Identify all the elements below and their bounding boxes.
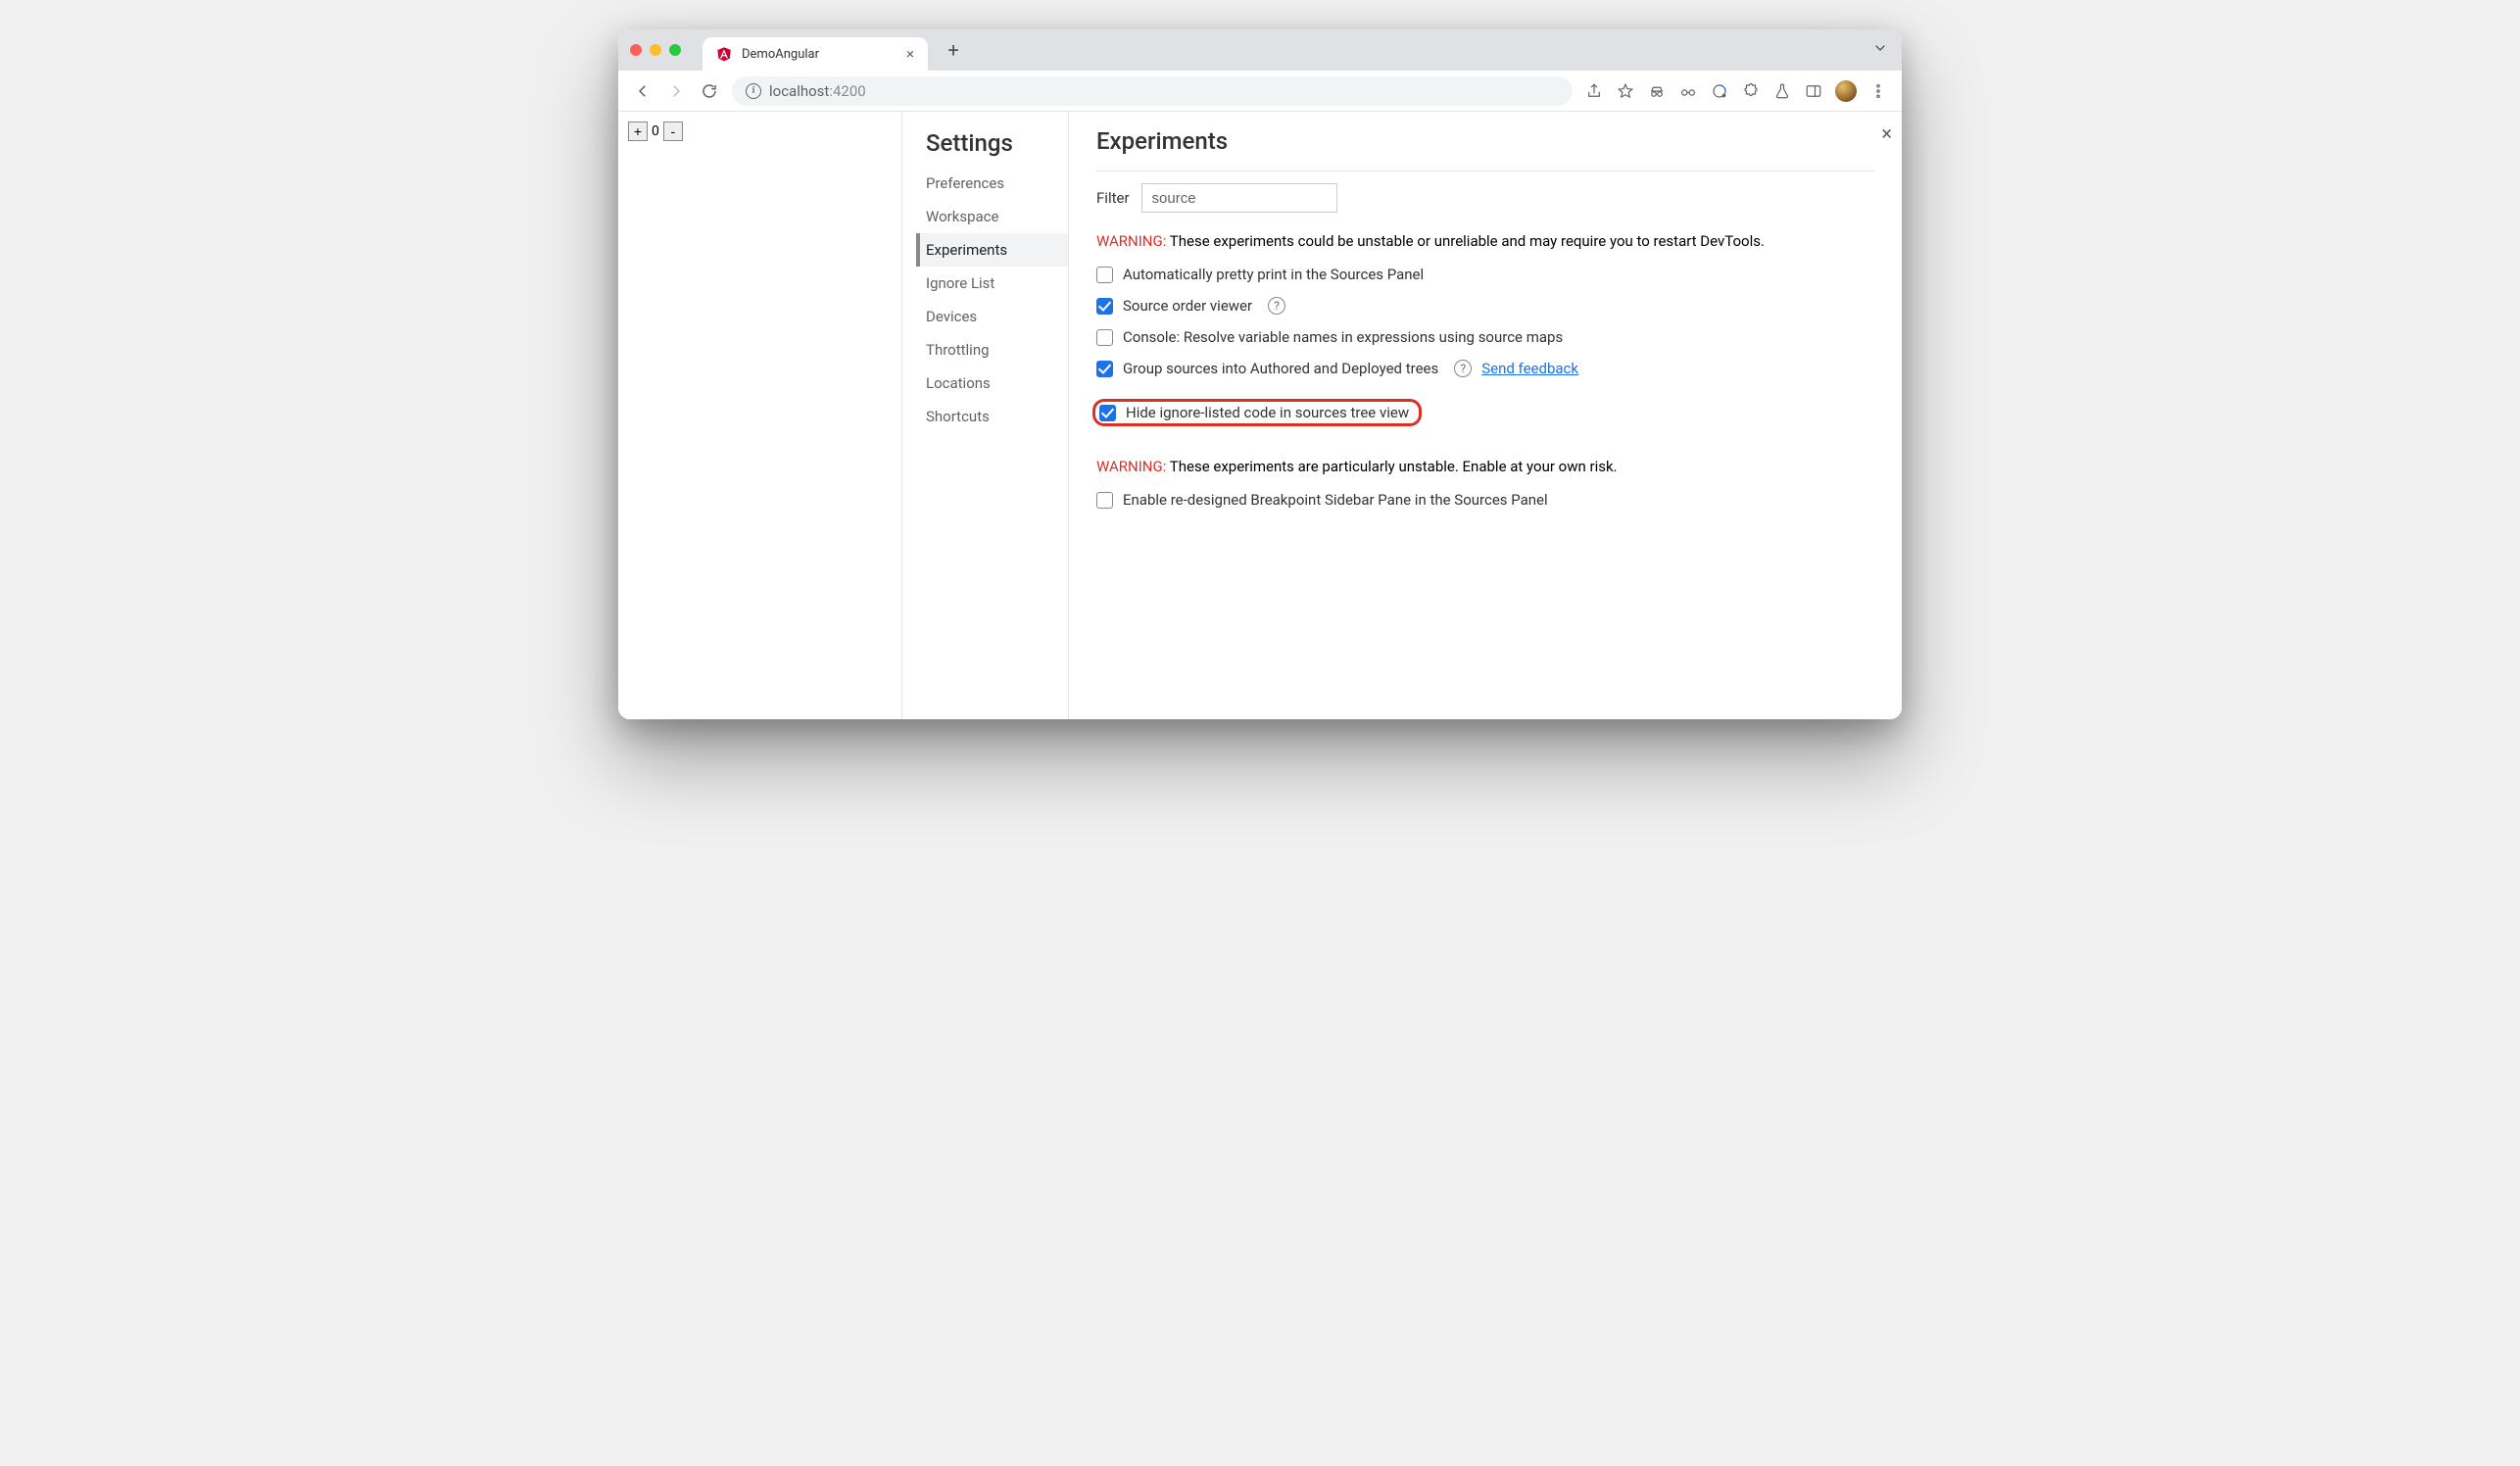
experiment-label: Enable re-designed Breakpoint Sidebar Pa…	[1123, 491, 1548, 509]
experiments-panel: × Experiments Filter WARNING: These expe…	[1069, 112, 1902, 719]
url-host: localhost	[769, 82, 829, 100]
sidebar-item-throttling[interactable]: Throttling	[916, 333, 1068, 366]
tab-strip: DemoAngular × +	[618, 29, 1902, 71]
browser-toolbar: i localhost:4200	[618, 71, 1902, 112]
bookmark-star-icon[interactable]	[1616, 81, 1635, 101]
experiment-group-sources-checkbox[interactable]	[1096, 361, 1113, 377]
experiment-source-order-checkbox[interactable]	[1096, 298, 1113, 315]
window-zoom-button[interactable]	[669, 44, 681, 56]
help-icon[interactable]: ?	[1454, 360, 1472, 377]
sidebar-item-shortcuts[interactable]: Shortcuts	[916, 400, 1068, 433]
tab-title: DemoAngular	[742, 47, 897, 62]
sidebar-item-devices[interactable]: Devices	[916, 300, 1068, 333]
extension-glasses-icon[interactable]	[1678, 81, 1698, 101]
settings-title: Settings	[926, 129, 1068, 157]
share-icon[interactable]	[1584, 81, 1604, 101]
browser-window: DemoAngular × + i localhost:4200	[618, 29, 1902, 719]
url-port: :4200	[829, 82, 865, 100]
counter-decrement-button[interactable]: -	[663, 122, 683, 141]
warning-text: These experiments could be unstable or u…	[1166, 232, 1765, 250]
warning-unstable: WARNING: These experiments could be unst…	[1096, 232, 1874, 250]
experiment-label: Console: Resolve variable names in expre…	[1123, 328, 1563, 346]
extension-incognito-icon[interactable]	[1647, 81, 1667, 101]
experiment-console-resolve-checkbox[interactable]	[1096, 329, 1113, 346]
experiment-breakpoint-sidebar: Enable re-designed Breakpoint Sidebar Pa…	[1096, 489, 1874, 511]
sidebar-item-ignore-list[interactable]: Ignore List	[916, 267, 1068, 300]
filter-label: Filter	[1096, 189, 1130, 207]
experiment-breakpoint-sidebar-checkbox[interactable]	[1096, 492, 1113, 509]
settings-sidebar: Settings Preferences Workspace Experimen…	[902, 112, 1069, 719]
help-icon[interactable]: ?	[1268, 297, 1285, 315]
filter-input[interactable]	[1141, 183, 1337, 213]
warning-prefix: WARNING:	[1096, 458, 1166, 475]
experiment-label: Hide ignore-listed code in sources tree …	[1126, 404, 1409, 421]
experiment-hide-ignore-listed: Hide ignore-listed code in sources tree …	[1092, 399, 1422, 426]
tab-close-button[interactable]: ×	[906, 45, 914, 63]
sidebar-item-workspace[interactable]: Workspace	[916, 200, 1068, 233]
experiment-group-sources: Group sources into Authored and Deployed…	[1096, 358, 1874, 379]
forward-button[interactable]	[665, 80, 687, 102]
window-controls	[630, 44, 681, 56]
tab-list-button[interactable]	[1872, 40, 1888, 60]
send-feedback-link[interactable]: Send feedback	[1481, 360, 1578, 377]
new-tab-button[interactable]: +	[940, 38, 967, 62]
page-content: + 0 -	[618, 112, 902, 719]
profile-avatar[interactable]	[1835, 80, 1857, 102]
angular-favicon-icon	[716, 46, 732, 62]
experiment-label: Source order viewer	[1123, 297, 1252, 315]
experiment-label: Group sources into Authored and Deployed…	[1123, 360, 1438, 377]
content-area: + 0 - Settings Preferences Workspace Exp…	[618, 112, 1902, 719]
counter-value: 0	[652, 123, 659, 139]
counter-increment-button[interactable]: +	[628, 122, 648, 141]
address-bar[interactable]: i localhost:4200	[732, 76, 1573, 106]
warning-text: These experiments are particularly unsta…	[1166, 458, 1617, 475]
close-settings-button[interactable]: ×	[1881, 122, 1892, 145]
experiment-source-order: Source order viewer ?	[1096, 295, 1874, 317]
warning-prefix: WARNING:	[1096, 232, 1166, 250]
labs-flask-icon[interactable]	[1772, 81, 1792, 101]
experiment-console-resolve: Console: Resolve variable names in expre…	[1096, 326, 1874, 348]
side-panel-icon[interactable]	[1804, 81, 1823, 101]
site-info-icon[interactable]: i	[746, 83, 761, 99]
experiment-label: Automatically pretty print in the Source…	[1123, 266, 1424, 283]
sidebar-item-locations[interactable]: Locations	[916, 366, 1068, 400]
window-close-button[interactable]	[630, 44, 642, 56]
panel-heading: Experiments	[1096, 127, 1874, 155]
extensions-puzzle-icon[interactable]	[1741, 81, 1761, 101]
extension-arc-icon[interactable]	[1710, 81, 1729, 101]
experiment-pretty-print: Automatically pretty print in the Source…	[1096, 264, 1874, 285]
filter-row: Filter	[1096, 171, 1874, 224]
window-minimize-button[interactable]	[650, 44, 661, 56]
warning-very-unstable: WARNING: These experiments are particula…	[1096, 458, 1874, 475]
browser-tab[interactable]: DemoAngular ×	[703, 37, 928, 71]
experiment-hide-ignore-listed-checkbox[interactable]	[1099, 405, 1116, 421]
toolbar-actions	[1584, 80, 1888, 102]
browser-menu-button[interactable]	[1868, 81, 1888, 101]
reload-button[interactable]	[699, 80, 720, 102]
counter-widget: + 0 -	[628, 122, 892, 141]
experiment-pretty-print-checkbox[interactable]	[1096, 267, 1113, 283]
sidebar-item-experiments[interactable]: Experiments	[916, 233, 1068, 267]
sidebar-item-preferences[interactable]: Preferences	[916, 167, 1068, 200]
back-button[interactable]	[632, 80, 654, 102]
url-text: localhost:4200	[769, 82, 866, 100]
